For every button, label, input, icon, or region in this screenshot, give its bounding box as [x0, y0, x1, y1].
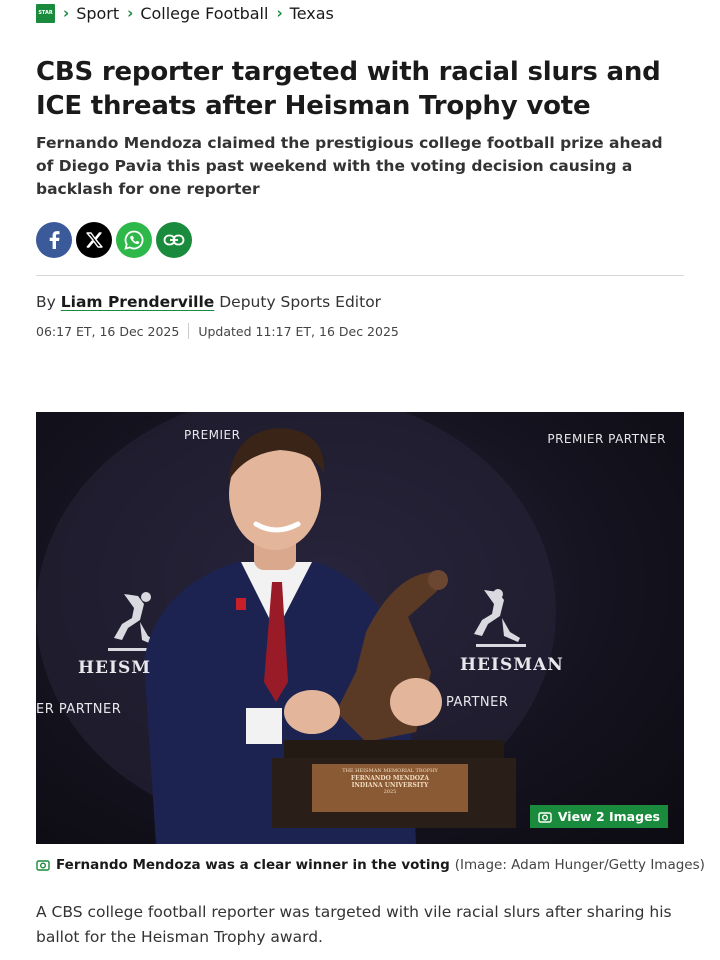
- camera-icon: [538, 811, 552, 823]
- whatsapp-share-button[interactable]: [116, 222, 152, 258]
- breadcrumb-link-college-football[interactable]: College Football: [140, 4, 268, 23]
- breadcrumb: STAR › Sport › College Football › Texas: [36, 2, 334, 24]
- plaque-line: THE HEISMAN MEMORIAL TROPHY: [342, 768, 438, 774]
- view-images-button[interactable]: View 2 Images: [529, 805, 668, 828]
- divider: [36, 275, 684, 276]
- byline-prefix: By: [36, 293, 56, 311]
- copy-link-button[interactable]: [156, 222, 192, 258]
- facebook-share-button[interactable]: [36, 222, 72, 258]
- x-share-button[interactable]: [76, 222, 112, 258]
- chevron-right-icon: ›: [63, 4, 70, 22]
- camera-icon: [36, 860, 50, 871]
- hero-banner-text: ER PARTNER: [36, 702, 122, 717]
- author-role: Deputy Sports Editor: [219, 293, 382, 311]
- trophy-plaque: THE HEISMAN MEMORIAL TROPHY FERNANDO MEN…: [312, 764, 468, 812]
- link-icon: [163, 234, 185, 246]
- chevron-right-icon: ›: [127, 4, 134, 22]
- plaque-line: FERNANDO MENDOZA: [350, 775, 430, 782]
- hero-image[interactable]: PREMIER PREMIER PARTNER ER PARTNER PARTN…: [36, 412, 684, 844]
- breadcrumb-link-sport[interactable]: Sport: [76, 4, 119, 23]
- breadcrumb-link-texas[interactable]: Texas: [290, 4, 334, 23]
- facebook-icon: [49, 231, 60, 249]
- heisman-wordmark: HEISMAN: [460, 655, 564, 675]
- whatsapp-icon: [124, 230, 144, 250]
- article-paragraph: A CBS college football reporter was targ…: [36, 903, 672, 946]
- heisman-wordmark: HEISM: [78, 658, 152, 678]
- plaque-year: 2025: [383, 789, 397, 795]
- x-icon: [86, 232, 103, 248]
- article-standfirst: Fernando Mendoza claimed the prestigious…: [36, 134, 663, 198]
- published-time: 06:17 ET, 16 Dec 2025: [36, 323, 180, 339]
- hero-banner-text: PREMIER: [184, 428, 241, 442]
- updated-time: Updated 11:17 ET, 16 Dec 2025: [198, 323, 399, 339]
- chevron-right-icon: ›: [276, 4, 283, 22]
- hero-banner-text: PREMIER PARTNER: [547, 432, 666, 446]
- site-logo[interactable]: STAR: [36, 3, 55, 23]
- share-bar: [36, 222, 192, 258]
- author-link[interactable]: Liam Prenderville: [61, 293, 215, 311]
- plaque-line: INDIANA UNIVERSITY: [351, 782, 429, 789]
- view-images-label: View 2 Images: [557, 809, 660, 824]
- hero-banner-text: PARTNER: [446, 695, 509, 710]
- date-separator: [188, 323, 190, 339]
- byline: By Liam Prenderville Deputy Sports Edito…: [36, 293, 381, 311]
- image-credit: (Image: Adam Hunger/Getty Images): [454, 857, 705, 873]
- caption-text: Fernando Mendoza was a clear winner in t…: [56, 857, 450, 873]
- article-headline: CBS reporter targeted with racial slurs …: [36, 57, 661, 121]
- article-dates: 06:17 ET, 16 Dec 2025 Updated 11:17 ET, …: [36, 323, 399, 339]
- image-caption: Fernando Mendoza was a clear winner in t…: [36, 857, 705, 873]
- logo-text: STAR: [38, 9, 53, 16]
